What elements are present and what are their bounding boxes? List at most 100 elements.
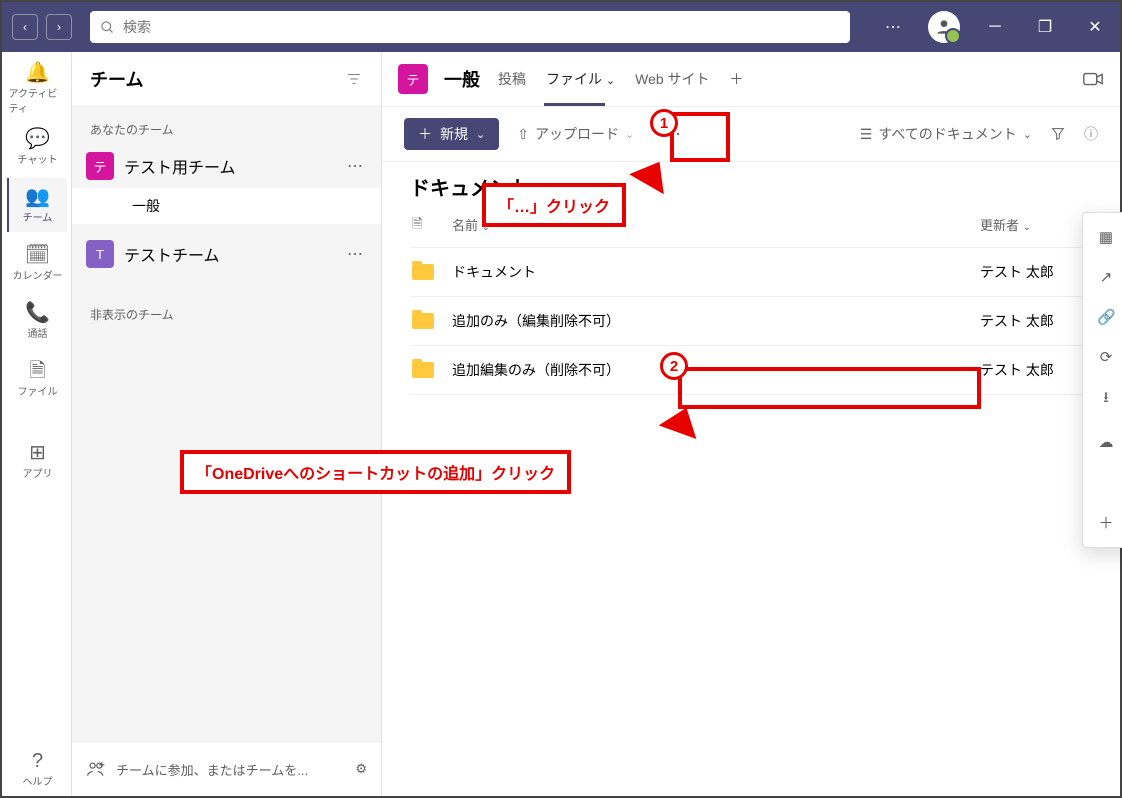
channel-title: 一般 (444, 66, 480, 92)
upload-icon: ⇧ (517, 126, 529, 143)
file-name: ドキュメント (452, 262, 980, 282)
rail-teams[interactable]: 👥チーム (7, 178, 67, 232)
folder-icon (412, 264, 434, 280)
file-modified-by: テスト 太郎 (980, 311, 1090, 331)
annotation-box-2 (678, 367, 981, 409)
files-toolbar: ＋ 新規 ⌄ ⇧ アップロード ⌄ ⋯ ☰ すべてのドキュメント ⌄ ⓘ (382, 107, 1120, 162)
col-modified-by[interactable]: 更新者 ⌄ (980, 215, 1090, 237)
plus-icon: ＋ (1097, 512, 1115, 533)
tab-label: ファイル (546, 71, 602, 87)
teams-sidebar: チーム あなたのチーム テ テスト用チーム ⋯ 一般 T テストチーム ⋯ 非表… (72, 52, 382, 796)
tab-posts[interactable]: 投稿 (496, 69, 528, 89)
file-row[interactable]: ドキュメント テスト 太郎 (410, 248, 1092, 297)
tab-files[interactable]: ファイル ⌄ (544, 69, 617, 89)
settings-icon[interactable]: ⚙ (355, 761, 367, 777)
title-bar: ‹ › ⋯ ─ ❐ ✕ (2, 2, 1120, 52)
user-avatar[interactable] (928, 11, 960, 43)
file-row[interactable]: 追加のみ（編集削除不可） テスト 太郎 (410, 297, 1092, 346)
rail-files[interactable]: 🗎 ファイル (7, 352, 67, 406)
annotation-marker-1: 1 (650, 109, 678, 137)
menu-copy-link[interactable]: 🔗リンクをコピー (1083, 297, 1122, 337)
filter-button[interactable] (1050, 126, 1066, 142)
window-maximize-button[interactable]: ❐ (1030, 12, 1060, 42)
team-item[interactable]: テ テスト用チーム ⋯ (72, 144, 381, 188)
chat-icon: 💬 (25, 129, 50, 149)
calendar-icon: 🗓 (25, 245, 50, 265)
menu-grid-edit[interactable]: ▦グリッド ビューでの編集 (1083, 217, 1122, 257)
rail-calendar[interactable]: 🗓 カレンダー (7, 236, 67, 290)
link-icon: 🔗 (1097, 308, 1115, 326)
menu-sync[interactable]: ⟳同期 (1083, 337, 1122, 377)
hidden-teams-label: 非表示のチーム (72, 292, 381, 329)
upload-button[interactable]: ⇧ アップロード ⌄ (517, 124, 634, 144)
join-team-label[interactable]: チームに参加、またはチームを... (116, 760, 308, 779)
folder-icon (412, 362, 434, 378)
annotation-label-1: 「…」クリック (482, 183, 626, 227)
rail-label: チーム (23, 209, 53, 224)
search-input[interactable] (123, 19, 840, 35)
onedrive-icon: ☁ (1097, 433, 1115, 451)
chevron-down-icon: ⌄ (476, 128, 485, 141)
join-team-icon[interactable] (86, 759, 106, 779)
rail-apps[interactable]: ⊞アプリ (7, 434, 67, 488)
button-label: アップロード (535, 124, 619, 144)
rail-chat[interactable]: 💬 チャット (7, 120, 67, 174)
your-teams-label: あなたのチーム (72, 107, 381, 144)
menu-onedrive-shortcut[interactable]: ☁OneDrive へのショートカットの追加 (1083, 422, 1122, 462)
team-avatar: T (86, 240, 114, 268)
rail-label: 通話 (28, 325, 48, 340)
file-icon: 🗎 (29, 361, 45, 381)
phone-icon: 📞 (25, 303, 50, 323)
window-minimize-button[interactable]: ─ (980, 12, 1010, 42)
rail-label: アプリ (23, 465, 53, 480)
rail-activity[interactable]: 🔔アクティビティ (7, 62, 67, 116)
tab-web[interactable]: Web サイト (633, 69, 711, 89)
col-type-icon[interactable]: 🗎 (412, 215, 452, 237)
rail-label: カレンダー (13, 267, 63, 282)
annotation-label-2: 「OneDriveへのショートカットの追加」クリック (180, 450, 571, 494)
add-tab-button[interactable]: ＋ (728, 69, 746, 89)
more-options-icon[interactable]: ⋯ (878, 12, 908, 42)
chevron-down-icon: ⌄ (1023, 222, 1031, 233)
rail-help[interactable]: ?ヘルプ (7, 742, 67, 796)
app-rail: 🔔アクティビティ 💬 チャット 👥チーム 🗓 カレンダー 📞 通話 🗎 ファイル ⊞アプ… (2, 52, 72, 796)
channel-header: テ 一般 投稿 ファイル ⌄ Web サイト ＋ (382, 52, 1120, 107)
channel-item[interactable]: 一般 (72, 188, 381, 224)
menu-download[interactable]: ⭳ダウンロード (1083, 377, 1122, 422)
chevron-down-icon: ⌄ (1023, 128, 1032, 141)
view-selector[interactable]: ☰ すべてのドキュメント ⌄ (860, 124, 1032, 144)
team-name: テスト用チーム (124, 154, 236, 178)
info-button[interactable]: ⓘ (1084, 124, 1098, 144)
more-actions-menu: ▦グリッド ビューでの編集 ↗共有 🔗リンクをコピー ⟳同期 ⭳ダウンロード ☁… (1082, 212, 1122, 548)
search-icon (100, 20, 115, 35)
team-more-icon[interactable]: ⋯ (343, 156, 367, 176)
team-name: テストチーム (124, 242, 220, 266)
menu-share[interactable]: ↗共有 (1083, 257, 1122, 297)
annotation-marker-2: 2 (660, 352, 688, 380)
button-label: 新規 (440, 124, 468, 144)
chevron-down-icon: ⌄ (625, 128, 634, 141)
file-name: 追加のみ（編集削除不可） (452, 311, 980, 331)
rail-calls[interactable]: 📞 通話 (7, 294, 67, 348)
menu-cloud-storage[interactable]: ＋クラウド ストレージを追加 (1083, 502, 1122, 543)
team-item[interactable]: T テストチーム ⋯ (72, 232, 381, 276)
menu-sharepoint[interactable]: SharePoint で開く (1083, 462, 1122, 502)
download-icon: ⭳ (1097, 387, 1115, 412)
file-modified-by: テスト 太郎 (980, 262, 1090, 282)
rail-label: ファイル (18, 383, 58, 398)
content-area: テ 一般 投稿 ファイル ⌄ Web サイト ＋ ＋ 新規 ⌄ ⇧ アップロード… (382, 52, 1120, 796)
nav-back-button[interactable]: ‹ (12, 14, 38, 40)
window-close-button[interactable]: ✕ (1080, 12, 1110, 42)
new-button[interactable]: ＋ 新規 ⌄ (404, 118, 499, 150)
folder-icon (412, 313, 434, 329)
rail-label: チャット (18, 151, 58, 166)
annotation-box-1 (670, 112, 730, 162)
grid-icon: ▦ (1097, 228, 1115, 246)
filter-icon[interactable] (345, 70, 363, 88)
meet-icon[interactable] (1082, 68, 1104, 90)
share-icon: ↗ (1097, 268, 1115, 286)
nav-forward-button[interactable]: › (46, 14, 72, 40)
team-more-icon[interactable]: ⋯ (343, 244, 367, 264)
search-box[interactable] (90, 11, 850, 43)
rail-label: アクティビティ (9, 85, 67, 115)
